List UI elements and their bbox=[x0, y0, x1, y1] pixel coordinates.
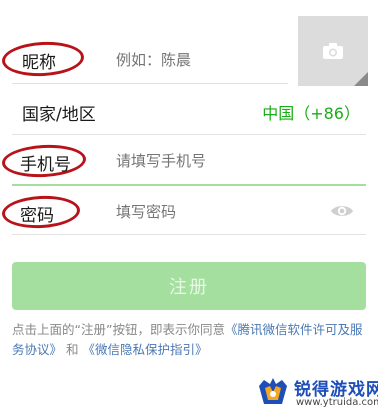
avatar-upload[interactable] bbox=[298, 16, 368, 86]
camera-icon bbox=[323, 43, 343, 59]
eye-icon[interactable] bbox=[330, 203, 354, 219]
nickname-divider bbox=[12, 83, 288, 84]
password-input[interactable] bbox=[116, 202, 316, 222]
agreement-prefix: 点击上面的“注册”按钮，即表示你同意 bbox=[12, 322, 225, 337]
nickname-label: 昵称 bbox=[22, 53, 56, 73]
nickname-input[interactable] bbox=[116, 50, 286, 70]
agreement-text: 点击上面的“注册”按钮，即表示你同意《腾讯微信软件许可及服务协议》 和 《微信隐… bbox=[12, 320, 366, 360]
watermark-logo bbox=[259, 378, 287, 404]
watermark-url: www.ytruida.com bbox=[296, 397, 378, 408]
agreement-middle: 和 bbox=[66, 342, 79, 357]
region-divider bbox=[12, 134, 366, 135]
phone-divider-active bbox=[12, 184, 366, 186]
phone-label: 手机号 bbox=[20, 155, 71, 175]
register-button[interactable]: 注册 bbox=[12, 262, 366, 310]
region-value: 中国（+86） bbox=[262, 104, 360, 123]
password-divider bbox=[12, 234, 366, 235]
password-label: 密码 bbox=[20, 206, 54, 226]
phone-input[interactable] bbox=[116, 151, 356, 171]
site-watermark: 锐得游戏网 www.ytruida.com bbox=[256, 372, 378, 414]
avatar-corner-mark bbox=[354, 72, 368, 86]
privacy-guide-link[interactable]: 《微信隐私保护指引》 bbox=[83, 342, 208, 357]
region-label: 国家/地区 bbox=[22, 105, 96, 125]
region-row[interactable]: 国家/地区 中国（+86） bbox=[12, 88, 366, 132]
